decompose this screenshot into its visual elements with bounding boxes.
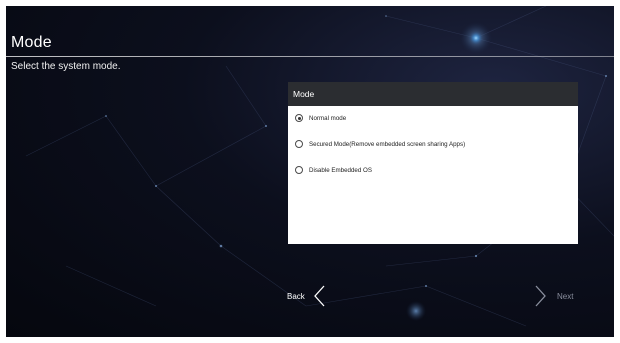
dialog-header: Mode	[288, 82, 578, 106]
page-subtitle: Select the system mode.	[11, 61, 121, 72]
option-secured-mode[interactable]: Secured Mode(Remove embedded screen shar…	[295, 138, 465, 150]
radio-disable-embedded-os[interactable]	[295, 166, 303, 174]
radio-secured-mode[interactable]	[295, 140, 303, 148]
back-label: Back	[287, 291, 305, 301]
chevron-right-icon	[535, 285, 546, 307]
radio-normal-mode[interactable]	[295, 114, 303, 122]
title-divider	[6, 56, 614, 57]
next-button[interactable]: Next	[533, 284, 573, 308]
option-label: Normal mode	[309, 114, 347, 122]
next-label: Next	[557, 291, 574, 301]
option-label: Secured Mode(Remove embedded screen shar…	[309, 140, 466, 148]
option-disable-embedded-os[interactable]: Disable Embedded OS	[295, 164, 372, 176]
option-normal-mode[interactable]: Normal mode	[295, 112, 346, 124]
mode-dialog: Mode Normal mode Secured Mode(Remove emb…	[288, 82, 578, 244]
chevron-left-icon	[313, 285, 325, 307]
page-title: Mode	[11, 34, 52, 51]
back-button[interactable]: Back	[287, 284, 327, 308]
option-label: Disable Embedded OS	[309, 166, 372, 174]
setup-screen: Mode Select the system mode. Mode Normal…	[6, 6, 614, 337]
